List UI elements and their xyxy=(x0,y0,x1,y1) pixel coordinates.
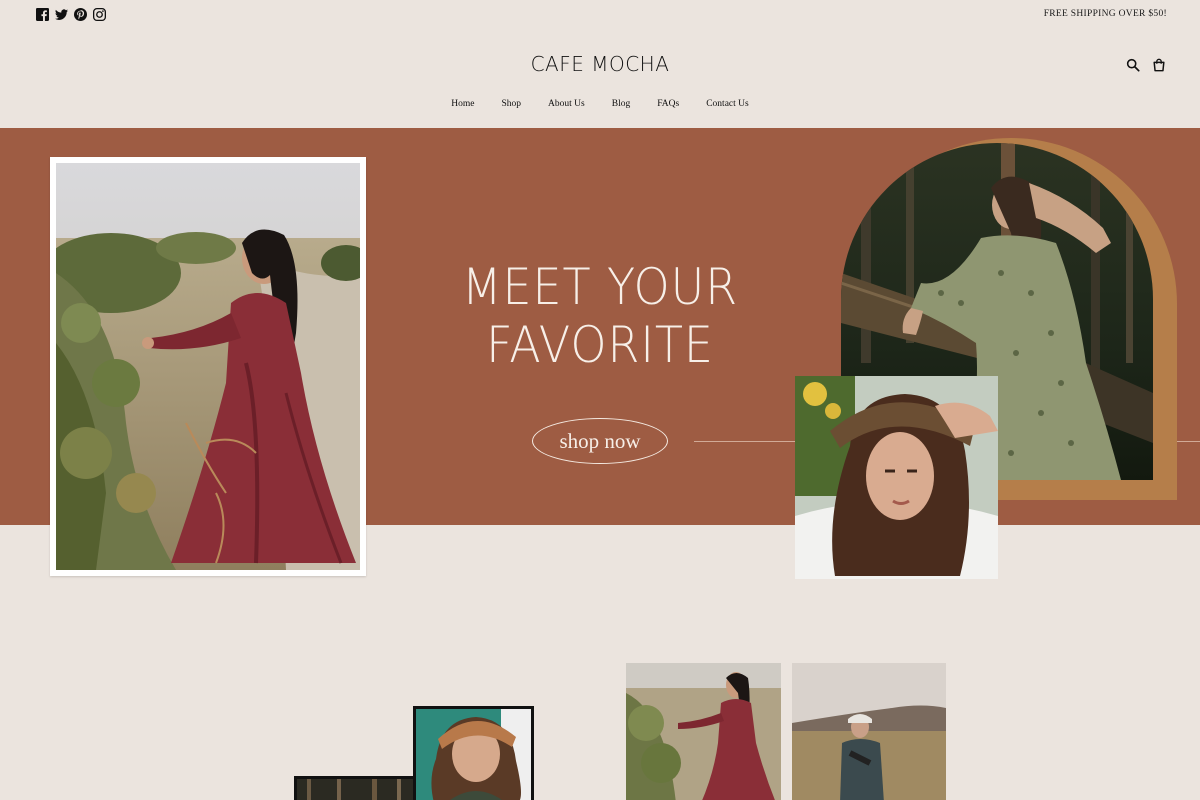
hero-photo-frame xyxy=(50,157,366,576)
twitter-icon[interactable] xyxy=(55,8,68,21)
nav-faqs[interactable]: FAQs xyxy=(644,99,693,109)
nav-blog[interactable]: Blog xyxy=(598,99,643,109)
gallery-photo-forest xyxy=(294,776,416,800)
site-logo[interactable]: CAFE MOCHA xyxy=(0,52,1200,76)
top-bar: FREE SHIPPING OVER $50! xyxy=(0,0,1200,30)
instagram-icon[interactable] xyxy=(93,8,106,21)
hero-headline: MEET YOUR FAVORITE xyxy=(411,258,788,374)
nav-shop[interactable]: Shop xyxy=(488,99,535,109)
gallery-photo-red-dress xyxy=(626,663,781,800)
woman-hat-photo xyxy=(795,376,998,579)
nav-home[interactable]: Home xyxy=(438,99,488,109)
shop-now-button[interactable]: shop now xyxy=(532,418,668,464)
pinterest-icon[interactable] xyxy=(74,8,87,21)
gallery-photo-hat-woman xyxy=(413,706,534,800)
gallery-photo-cap-woman xyxy=(792,663,946,800)
woman-red-dress-photo xyxy=(56,163,360,570)
nav-about-us[interactable]: About Us xyxy=(535,99,599,109)
hero-headline-line-2: FAVORITE xyxy=(486,316,714,374)
main-nav: Home Shop About Us Blog FAQs Contact Us xyxy=(0,99,1200,109)
nav-contact-us[interactable]: Contact Us xyxy=(693,99,762,109)
header-actions xyxy=(1126,58,1166,72)
search-icon[interactable] xyxy=(1126,58,1140,72)
shipping-banner: FREE SHIPPING OVER $50! xyxy=(1043,9,1167,19)
cart-icon[interactable] xyxy=(1152,58,1166,72)
social-links xyxy=(36,8,106,21)
facebook-icon[interactable] xyxy=(36,8,49,21)
hero-headline-line-1: MEET YOUR xyxy=(461,258,739,316)
